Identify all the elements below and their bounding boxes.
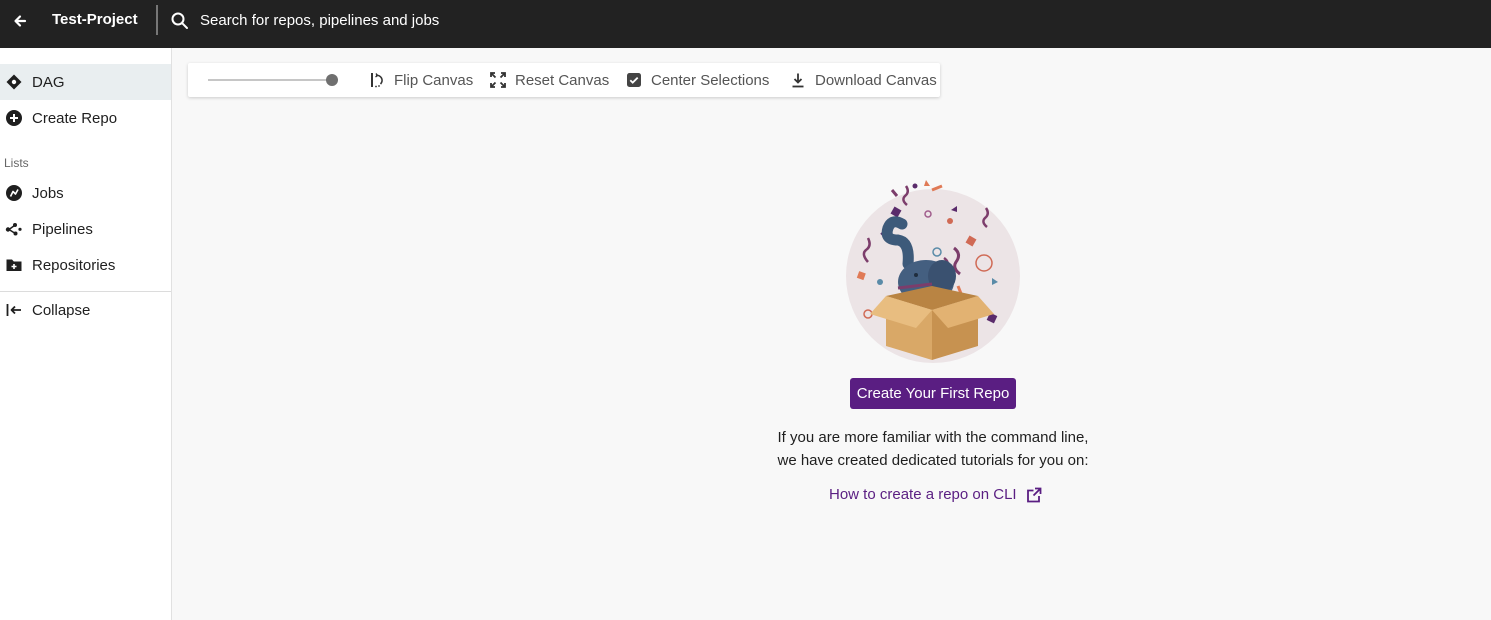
sidebar-item-pipelines[interactable]: Pipelines <box>0 211 171 247</box>
jobs-icon <box>5 184 23 202</box>
checkbox-checked-icon <box>625 71 643 89</box>
center-selections-label: Center Selections <box>651 71 770 89</box>
sidebar-item-label: Create Repo <box>32 109 118 127</box>
sidebar-item-create-repo[interactable]: Create Repo <box>0 100 171 136</box>
repositories-icon <box>5 256 23 274</box>
expand-icon <box>489 71 507 89</box>
create-first-repo-button[interactable]: Create Your First Repo <box>850 378 1016 409</box>
sidebar-item-repositories[interactable]: Repositories <box>0 247 171 283</box>
search-icon <box>170 11 190 31</box>
plus-circle-icon <box>5 109 23 127</box>
flip-icon <box>368 71 386 89</box>
cli-tutorial-link-label: How to create a repo on CLI <box>829 486 1017 503</box>
help-text-line-2: we have created dedicated tutorials for … <box>777 452 1089 469</box>
collapse-icon <box>5 301 23 319</box>
flip-canvas-button[interactable]: Flip Canvas <box>368 63 473 97</box>
reset-canvas-button[interactable]: Reset Canvas <box>489 63 609 97</box>
sidebar-item-jobs[interactable]: Jobs <box>0 175 171 211</box>
download-icon <box>789 71 807 89</box>
sidebar-collapse-button[interactable]: Collapse <box>0 292 171 328</box>
sidebar-item-label: Jobs <box>32 184 64 202</box>
sidebar-item-label: Repositories <box>32 256 116 274</box>
center-selections-checkbox[interactable]: Center Selections <box>625 63 769 97</box>
sidebar-item-dag[interactable]: DAG <box>0 64 171 100</box>
zoom-slider-thumb[interactable] <box>326 74 338 86</box>
pipelines-icon <box>5 220 23 238</box>
elephant-box-illustration <box>846 178 1022 364</box>
project-name[interactable]: Test-Project <box>52 11 138 29</box>
external-link-icon <box>1026 487 1042 503</box>
sidebar-section-lists: Lists <box>4 156 29 170</box>
help-text-line-1: If you are more familiar with the comman… <box>777 429 1089 446</box>
search-input[interactable] <box>200 6 800 34</box>
canvas-toolbar: Flip Canvas Reset Canvas Center Selectio… <box>188 63 940 97</box>
download-canvas-label: Download Canvas <box>815 71 937 89</box>
top-bar: Test-Project <box>0 0 1491 48</box>
cli-tutorial-link[interactable]: How to create a repo on CLI <box>829 486 1042 503</box>
reset-canvas-label: Reset Canvas <box>515 71 610 89</box>
sidebar: DAG Create Repo Lists Jobs Pipelines Rep… <box>0 48 172 620</box>
dag-icon <box>5 73 23 91</box>
sidebar-item-label: Pipelines <box>32 220 93 238</box>
zoom-slider-track[interactable] <box>208 79 332 81</box>
back-arrow-icon[interactable] <box>10 10 32 32</box>
flip-canvas-label: Flip Canvas <box>394 71 474 89</box>
sidebar-item-label: Collapse <box>32 301 91 319</box>
download-canvas-button[interactable]: Download Canvas <box>789 63 937 97</box>
header-divider <box>156 5 158 35</box>
cli-help-text: If you are more familiar with the comman… <box>733 426 1133 472</box>
sidebar-item-label: DAG <box>32 73 65 91</box>
